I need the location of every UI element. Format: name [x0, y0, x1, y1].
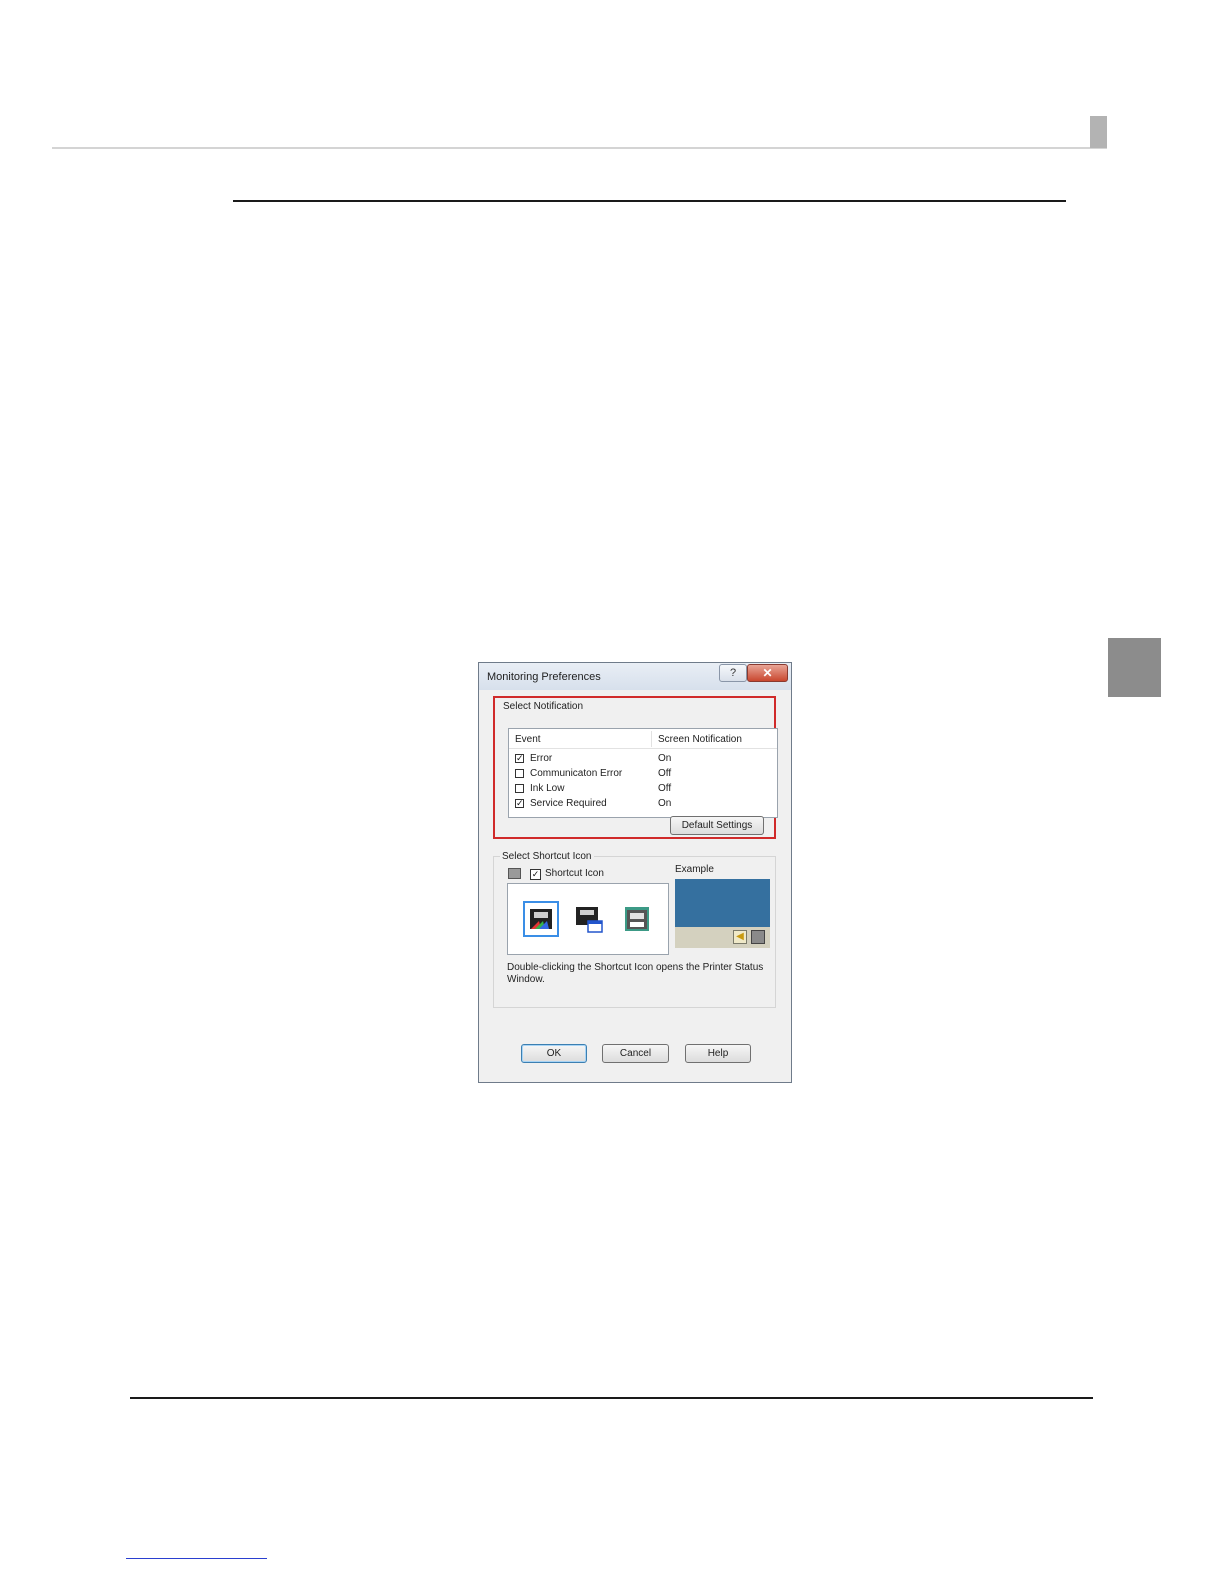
title-bar[interactable]: Monitoring Preferences ? ✕ — [479, 663, 791, 690]
select-shortcut-icon-label: Select Shortcut Icon — [500, 851, 594, 862]
event-value: On — [658, 798, 672, 809]
select-notification-label: Select Notification — [501, 701, 586, 712]
speaker-icon: ◀ — [733, 930, 747, 944]
dialog-content: Select Notification Event Screen Notific… — [486, 691, 784, 1076]
footer-link-underline[interactable] — [126, 1558, 267, 1559]
help-icon[interactable]: ? — [719, 664, 747, 682]
printer-plain-icon[interactable] — [622, 904, 652, 934]
printer-monitor-icon[interactable] — [574, 904, 604, 934]
section-rule — [233, 200, 1066, 202]
shortcut-icon-checkbox[interactable]: ✓ — [530, 869, 541, 880]
default-settings-button[interactable]: Default Settings — [670, 816, 764, 835]
event-table: Event Screen Notification ✓ Error On Com… — [508, 728, 778, 818]
table-row[interactable]: Ink Low Off — [515, 782, 775, 796]
event-checkbox[interactable] — [515, 784, 524, 793]
close-icon[interactable]: ✕ — [747, 664, 788, 682]
monitoring-preferences-dialog: Monitoring Preferences ? ✕ Select Notifi… — [478, 662, 792, 1083]
header-divider — [509, 748, 777, 749]
icon-selection-panel — [507, 883, 669, 955]
shortcut-description: Double-clicking the Shortcut Icon opens … — [507, 962, 764, 985]
event-checkbox[interactable]: ✓ — [515, 799, 524, 808]
printer-color-icon[interactable] — [523, 901, 559, 937]
header-separator — [651, 731, 652, 747]
cancel-button[interactable]: Cancel — [602, 1044, 669, 1063]
example-taskbar: ◀ — [675, 927, 770, 948]
event-label: Communicaton Error — [530, 768, 623, 779]
event-checkbox[interactable] — [515, 769, 524, 778]
footer-rule — [130, 1397, 1093, 1399]
event-value: On — [658, 753, 672, 764]
column-header-screen-notification[interactable]: Screen Notification — [658, 734, 742, 745]
example-label: Example — [675, 864, 714, 875]
event-checkbox[interactable]: ✓ — [515, 754, 524, 763]
shortcut-icon-label: Shortcut Icon — [545, 868, 604, 879]
header-rule — [52, 147, 1107, 149]
event-label: Service Required — [530, 798, 607, 809]
event-label: Ink Low — [530, 783, 565, 794]
notification-highlight-box: Select Notification Event Screen Notific… — [493, 696, 778, 839]
table-row[interactable]: ✓ Error On — [515, 752, 775, 766]
printer-tray-icon — [751, 930, 765, 944]
column-header-event[interactable]: Event — [515, 734, 541, 745]
shortcut-icon-group: Select Shortcut Icon ✓ Shortcut Icon Exa… — [493, 851, 776, 1008]
event-value: Off — [658, 783, 672, 794]
table-row[interactable]: Communicaton Error Off — [515, 767, 775, 781]
table-row[interactable]: ✓ Service Required On — [515, 797, 775, 811]
printer-small-icon — [508, 868, 521, 879]
event-value: Off — [658, 768, 672, 779]
help-button[interactable]: Help — [685, 1044, 751, 1063]
dialog-title: Monitoring Preferences — [487, 671, 601, 683]
event-label: Error — [530, 753, 553, 764]
chapter-side-tab — [1108, 638, 1161, 697]
ok-button[interactable]: OK — [521, 1044, 587, 1063]
header-tab-marker — [1090, 116, 1107, 148]
example-desktop-preview — [675, 879, 770, 927]
